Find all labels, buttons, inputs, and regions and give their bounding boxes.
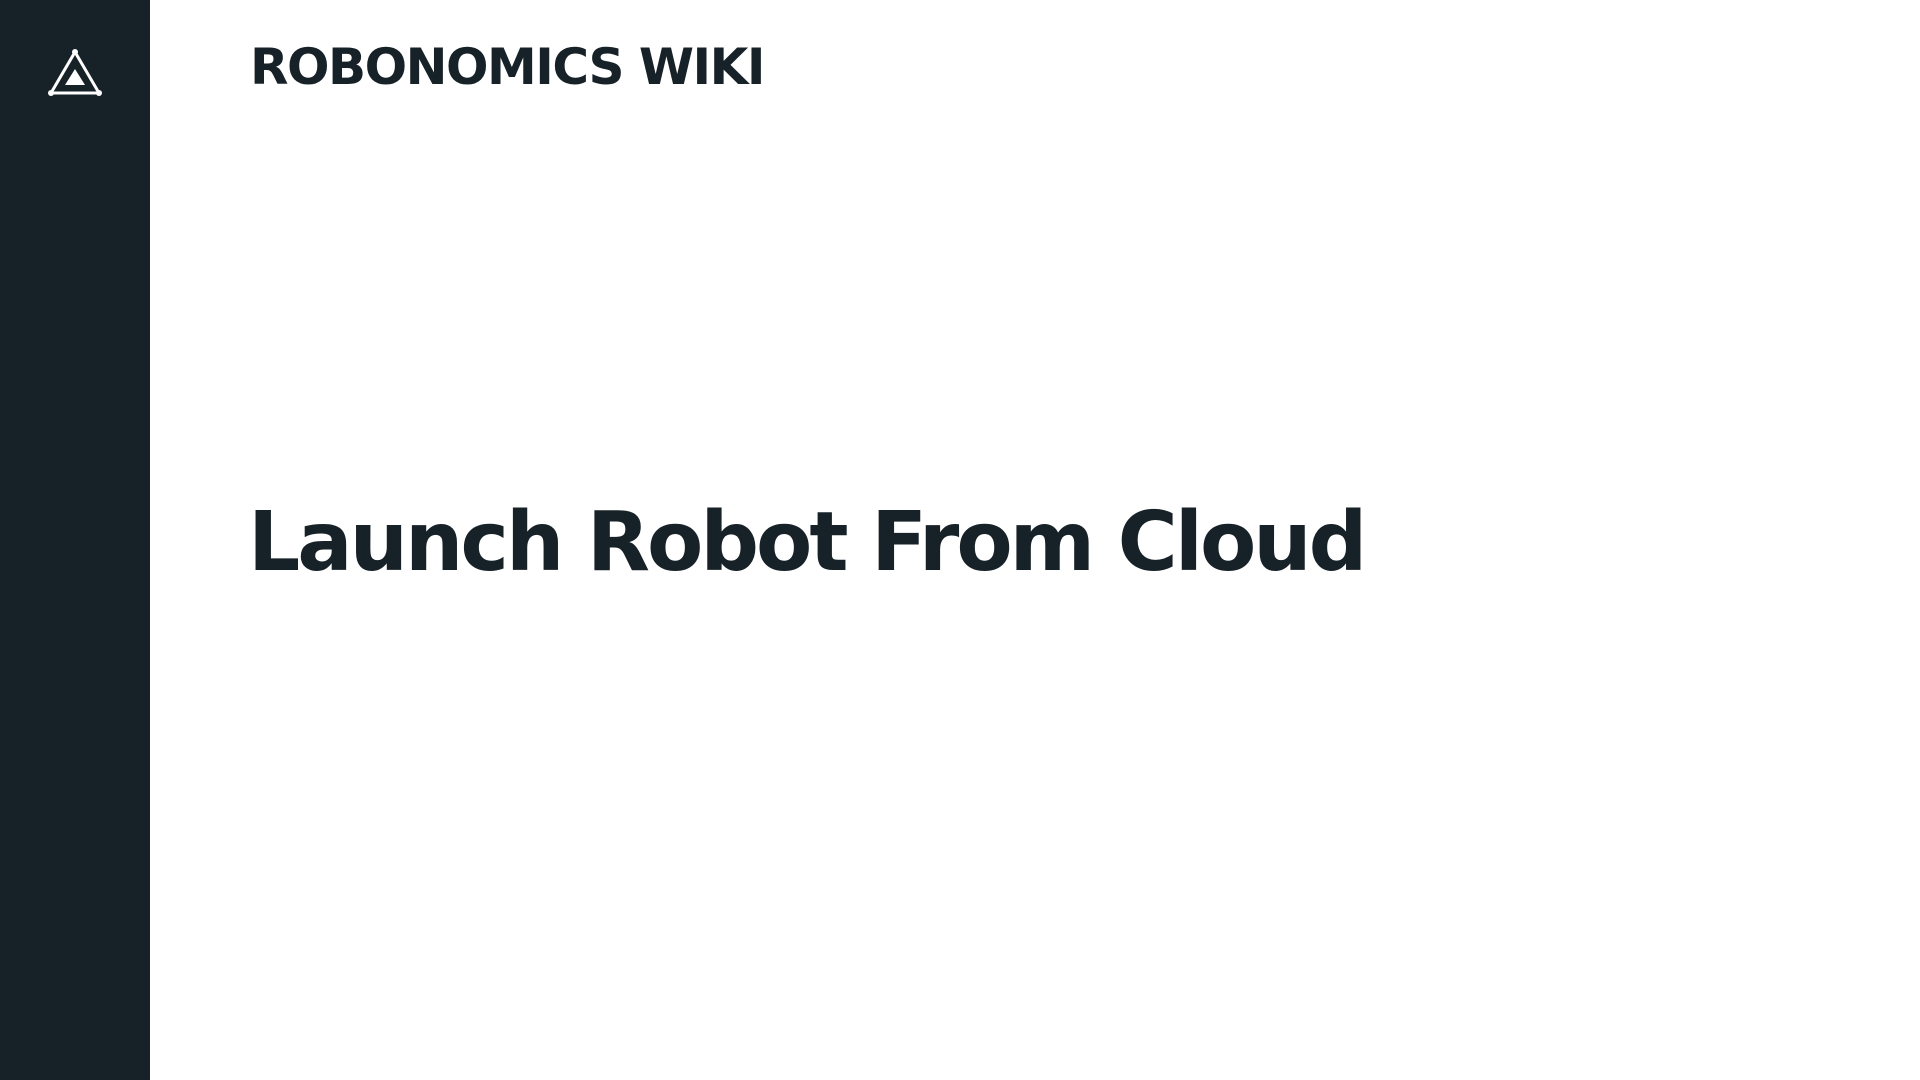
site-title[interactable]: ROBONOMICS WIKI [250,42,765,92]
robonomics-triangle-logo-icon[interactable] [48,48,102,98]
page: ROBONOMICS WIKI Launch Robot From Cloud [0,0,1920,1080]
sidebar [0,0,150,1080]
page-title: Launch Robot From Cloud [248,495,1367,590]
